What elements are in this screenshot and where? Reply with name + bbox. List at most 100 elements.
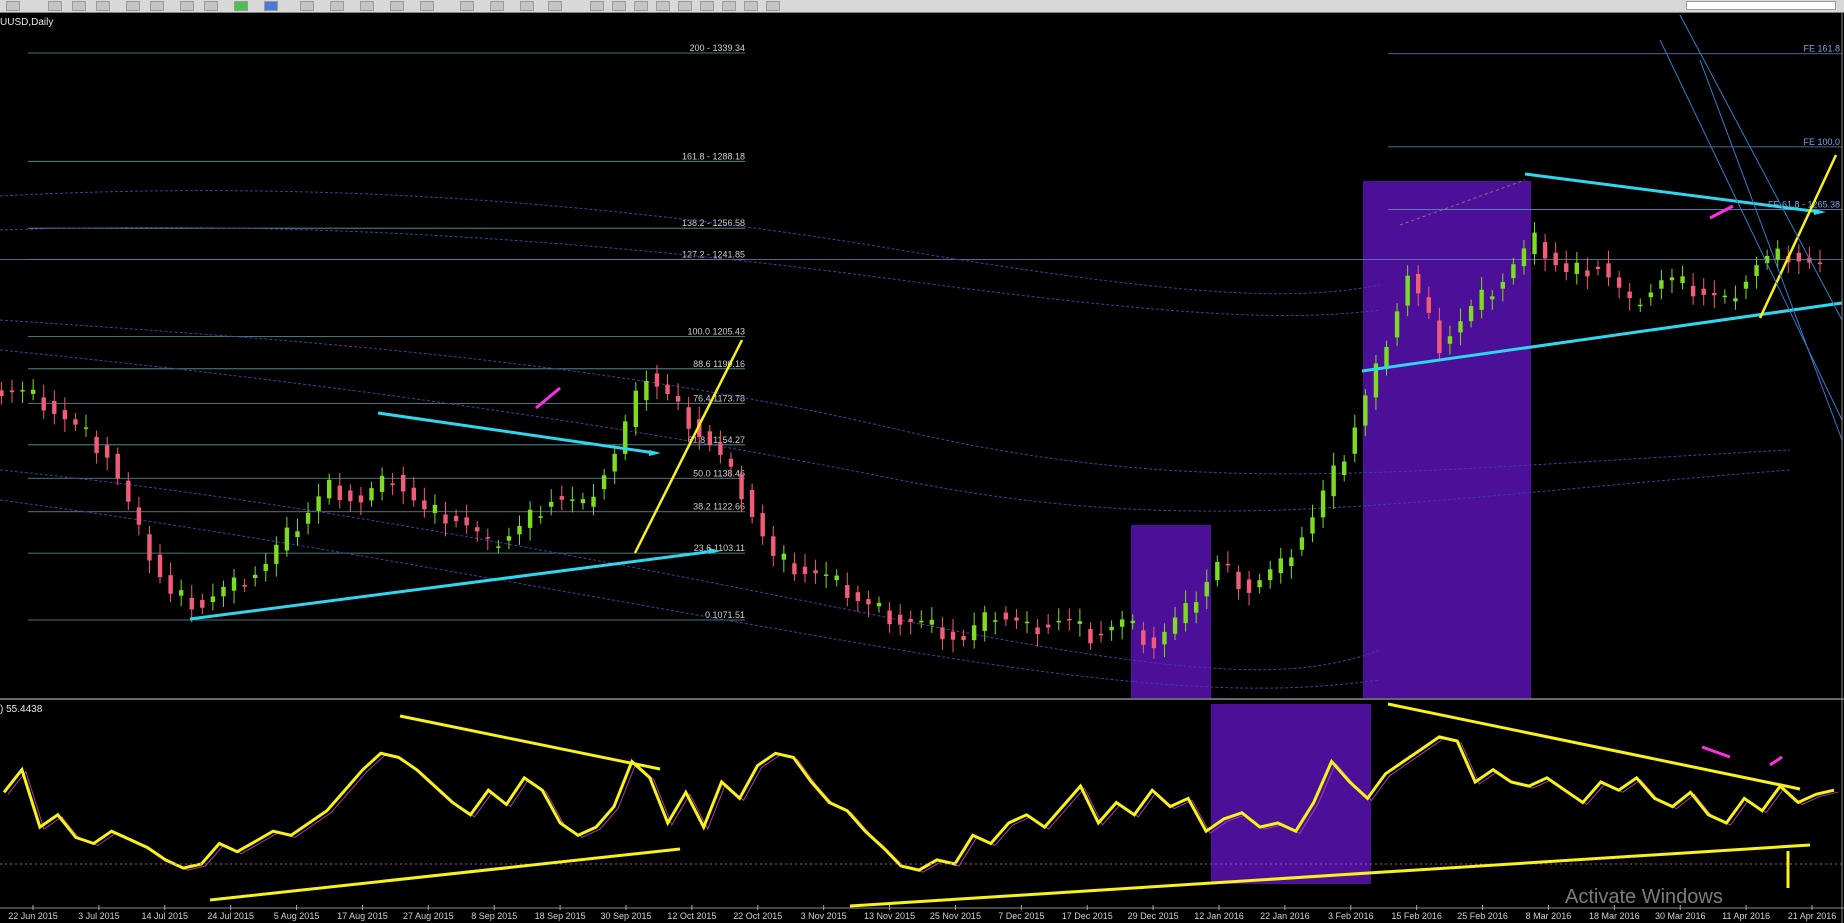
moving-average-band — [0, 226, 1381, 317]
fibonacci-levels: 200 - 1339.34161.8 - 1288.18138.2 - 1256… — [0, 43, 1842, 621]
candle-body — [1267, 569, 1273, 581]
candle-body — [178, 590, 184, 596]
candle-body — [189, 597, 194, 610]
candle-body — [274, 544, 279, 564]
oscillator-signal-purple — [7, 738, 1839, 873]
candle-body — [1320, 490, 1326, 518]
candle-body — [1553, 252, 1558, 266]
candle-body — [718, 443, 723, 455]
fib-level-label: 127.2 - 1241.85 — [682, 249, 745, 259]
time-tick-label: 30 Mar 2016 — [1655, 911, 1706, 921]
osc-triangle-upper-line — [1387, 702, 1801, 791]
candle-body — [62, 410, 68, 420]
text-icon[interactable] — [490, 1, 504, 11]
candle-body — [115, 453, 120, 479]
candle-body — [760, 513, 765, 537]
tf-h1-button[interactable] — [678, 1, 692, 11]
candle-body — [1035, 627, 1040, 635]
candle-body — [1394, 311, 1400, 338]
candle-body — [961, 635, 966, 641]
tf-d1-button[interactable] — [722, 1, 736, 11]
zoom-in-icon[interactable] — [126, 1, 140, 11]
expert-advisors-icon[interactable] — [264, 1, 278, 11]
tf-m30-button[interactable] — [656, 1, 670, 11]
candle-body — [231, 577, 237, 591]
candle-body — [1532, 232, 1537, 255]
tf-mn-button[interactable] — [766, 1, 780, 11]
candle-body — [1447, 336, 1453, 344]
arrow-down-icon[interactable] — [548, 1, 562, 11]
blue-fan-line-3 — [1699, 59, 1843, 441]
new-order-icon[interactable] — [234, 1, 248, 11]
candle-body — [1690, 285, 1696, 297]
candle-body — [1659, 280, 1664, 289]
candle-body — [147, 534, 152, 561]
time-tick-label: 14 Jul 2015 — [142, 911, 189, 921]
moving-average-band — [0, 190, 1381, 295]
tile-windows-icon[interactable] — [180, 1, 194, 11]
candle-body — [654, 373, 660, 387]
candle-body — [1521, 248, 1527, 267]
oscillator-highlight-zone — [1211, 704, 1371, 884]
navigator-icon[interactable] — [96, 1, 110, 11]
candle-body — [0, 390, 4, 397]
time-tick-label: 22 Jan 2016 — [1260, 911, 1310, 921]
candle-body — [41, 397, 46, 411]
candle-body — [1733, 298, 1738, 302]
candle-body — [1278, 558, 1283, 574]
candle-body — [432, 504, 438, 514]
candle-body — [1564, 263, 1569, 272]
scroll-chart-icon[interactable] — [204, 1, 218, 11]
zoom-out-icon[interactable] — [150, 1, 164, 11]
arrow-icon[interactable] — [520, 1, 534, 11]
fe-level-label: FE 161.8 — [1803, 44, 1840, 54]
candle-body — [982, 612, 987, 631]
candle-body — [866, 599, 871, 605]
search-input[interactable] — [1686, 1, 1836, 10]
tf-m15-button[interactable] — [634, 1, 648, 11]
candle-body — [1257, 580, 1262, 588]
osc-ascending-trendline — [209, 847, 681, 902]
candle-body — [242, 585, 247, 587]
fib-level-label: 50.0 1138.46 — [693, 468, 745, 478]
candlesticks — [0, 222, 1823, 659]
candle-body — [1246, 579, 1252, 593]
candle-body — [1796, 252, 1802, 262]
candle-body — [316, 496, 321, 511]
market-watch-icon[interactable] — [72, 1, 86, 11]
vertical-line-icon[interactable] — [390, 1, 404, 11]
candle-body — [401, 475, 406, 492]
crosshair-icon[interactable] — [360, 1, 374, 11]
magenta-arrow — [535, 386, 561, 410]
candle-body — [1141, 630, 1146, 645]
candle-body — [263, 563, 268, 571]
candle-body — [591, 496, 596, 507]
indicator-list-icon[interactable] — [300, 1, 314, 11]
candle-body — [20, 390, 25, 392]
chart-canvas[interactable]: 200 - 1339.34161.8 - 1288.18138.2 - 1256… — [0, 12, 1844, 923]
cyan-descending-trendline — [377, 411, 656, 455]
candle-body — [950, 631, 956, 640]
tf-h4-button[interactable] — [700, 1, 714, 11]
trendlines — [189, 14, 1843, 621]
candle-body — [1067, 618, 1072, 621]
tf-m5-button[interactable] — [612, 1, 626, 11]
candle-body — [919, 620, 924, 623]
candle-body — [813, 570, 818, 574]
candle-body — [1331, 465, 1336, 497]
highlight-zones — [1131, 181, 1531, 884]
fibonacci-icon[interactable] — [460, 1, 474, 11]
tf-w1-button[interactable] — [744, 1, 758, 11]
fib-level-label: 76.4 1173.78 — [693, 393, 745, 403]
candle-body — [1172, 617, 1178, 634]
profiles-icon[interactable] — [48, 1, 62, 11]
candle-body — [1363, 395, 1368, 426]
cursor-icon[interactable] — [330, 1, 344, 11]
candle-body — [707, 431, 713, 446]
new-chart-icon[interactable] — [6, 1, 20, 11]
tf-m1-button[interactable] — [590, 1, 604, 11]
time-tick-label: 25 Feb 2016 — [1457, 911, 1508, 921]
candle-body — [1426, 297, 1431, 313]
horizontal-line-icon[interactable] — [420, 1, 434, 11]
candle-body — [496, 546, 501, 548]
